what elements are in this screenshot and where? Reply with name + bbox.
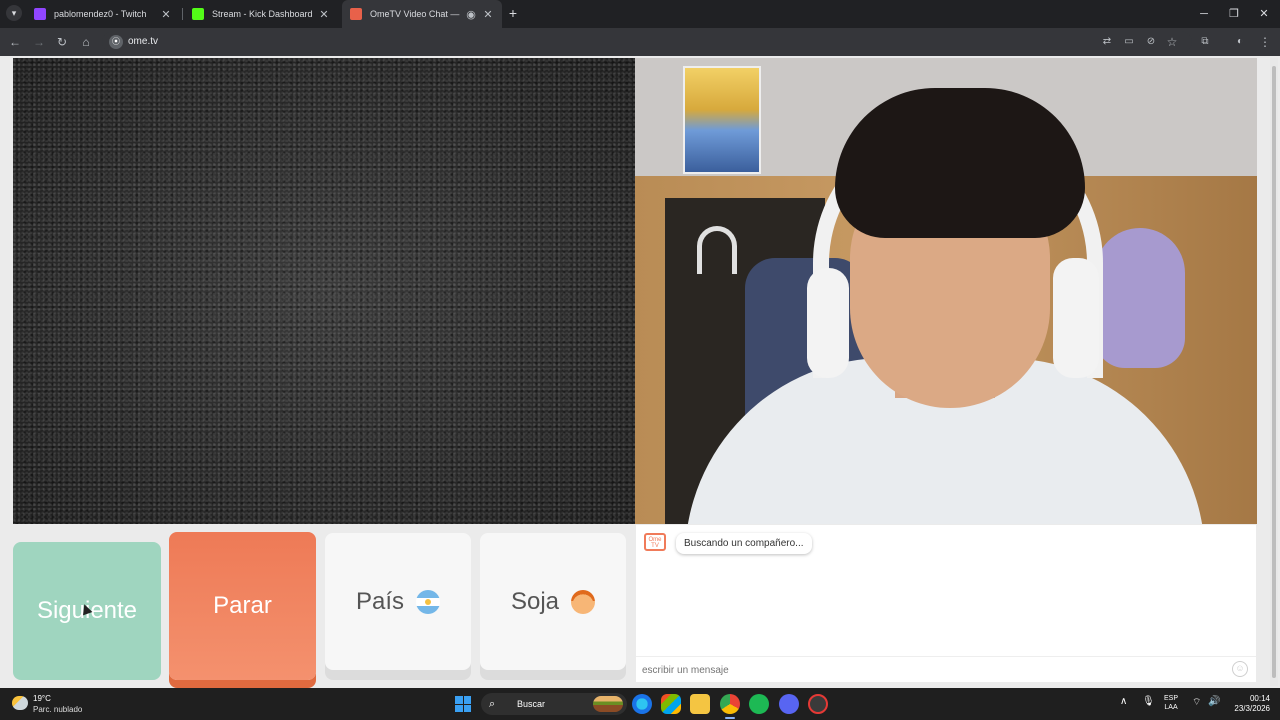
- microphone-icon[interactable]: 🎙: [1142, 696, 1155, 707]
- video-headphone-left: [807, 268, 849, 378]
- url-text[interactable]: ome.tv: [128, 36, 158, 47]
- stranger-video: [13, 58, 635, 524]
- forward-icon[interactable]: →: [30, 33, 48, 51]
- profile-icon[interactable]: ◐: [1231, 33, 1249, 51]
- stop-button[interactable]: Parar: [169, 532, 316, 680]
- language-indicator[interactable]: ESP LAA: [1164, 694, 1178, 712]
- tab-close-icon[interactable]: ✕: [160, 8, 172, 21]
- self-video: [635, 58, 1257, 524]
- gender-button-label: Soja: [510, 587, 560, 615]
- chat-panel: Ome TV Buscando un compañero... ☺: [636, 525, 1256, 682]
- tab-kick[interactable]: Stream - Kick Dashboard ✕: [184, 0, 338, 28]
- video-poster: [683, 66, 761, 174]
- new-tab-icon[interactable]: +: [505, 4, 521, 22]
- home-icon[interactable]: ⌂: [77, 33, 95, 51]
- cast-icon[interactable]: ▭: [1120, 33, 1138, 51]
- spotify-icon[interactable]: [749, 694, 769, 714]
- kick-favicon-icon: [192, 8, 204, 20]
- close-window-icon[interactable]: ✕: [1248, 0, 1280, 28]
- back-icon[interactable]: ←: [6, 33, 24, 51]
- show-hidden-icons-icon[interactable]: ∧: [1120, 696, 1127, 707]
- menu-icon[interactable]: ⋮: [1256, 33, 1274, 51]
- chrome-active-indicator: [725, 717, 735, 719]
- windows-start-icon[interactable]: [455, 696, 471, 712]
- file-explorer-icon[interactable]: [690, 694, 710, 714]
- weather-temperature[interactable]: 19°C: [33, 694, 51, 703]
- keyboard-layout: LAA: [1164, 704, 1178, 711]
- language-code: ESP: [1164, 695, 1179, 702]
- tab-title: OmeTV Video Chat — Alter: [370, 9, 460, 19]
- address-bar[interactable]: ⦿ ome.tv: [102, 31, 1192, 53]
- country-button-label: País: [355, 587, 405, 615]
- country-button[interactable]: País: [325, 533, 471, 670]
- chat-message-input[interactable]: [642, 662, 1212, 678]
- weather-description[interactable]: Parc. nublado: [33, 705, 82, 714]
- tab-close-icon[interactable]: ✕: [482, 8, 494, 21]
- restore-icon[interactable]: ❐: [1218, 0, 1250, 28]
- tab-title: Stream - Kick Dashboard: [212, 9, 312, 19]
- bookmark-star-icon[interactable]: ☆: [1163, 33, 1181, 51]
- video-headset-on-shelf: [697, 226, 737, 274]
- boy-face-icon: [571, 589, 596, 614]
- stop-button-label: Parar: [213, 592, 272, 619]
- reload-icon[interactable]: ↻: [53, 33, 71, 51]
- status-message: Buscando un compañero...: [676, 533, 812, 554]
- eye-off-icon[interactable]: ⊘: [1142, 33, 1160, 51]
- translate-icon[interactable]: ⇄: [1098, 33, 1116, 51]
- wifi-icon[interactable]: ⌔: [1192, 696, 1201, 709]
- clock-time: 00:14: [1249, 694, 1270, 703]
- scrollbar-thumb[interactable]: [1272, 66, 1276, 678]
- browser-toolbar: ← → ↻ ⌂ ⦿ ome.tv ⇄ ▭ ⊘ ☆ ⧉ ◐ ⋮: [0, 28, 1280, 56]
- clock-date: 23/3/2026: [1234, 704, 1270, 713]
- chat-input-bar: ☺: [636, 656, 1256, 682]
- tab-close-icon[interactable]: ✕: [318, 8, 330, 21]
- taskbar-search-label: Buscar: [517, 699, 546, 709]
- copilot-icon[interactable]: [661, 694, 681, 714]
- recording-icon: ◉: [466, 8, 476, 21]
- tab-strip: ▾ pablomendez0 - Twitch ✕ Stream - Kick …: [0, 0, 1280, 28]
- tab-ometv[interactable]: OmeTV Video Chat — Alter ◉ ✕: [342, 0, 502, 28]
- chrome-icon[interactable]: [720, 694, 740, 714]
- video-plush-toy: [1095, 228, 1185, 368]
- discord-icon[interactable]: [779, 694, 799, 714]
- windows-taskbar: 19°C Parc. nublado ⌕ Buscar ∧ 🎙 ESP LAA …: [0, 688, 1280, 720]
- emoji-picker-icon[interactable]: ☺: [1232, 661, 1248, 677]
- argentina-flag-icon: [416, 589, 441, 614]
- weather-icon[interactable]: [12, 696, 28, 710]
- taskbar-search[interactable]: ⌕ Buscar: [481, 693, 627, 715]
- tab-title: pablomendez0 - Twitch: [54, 9, 147, 19]
- gender-button[interactable]: Soja: [480, 533, 626, 670]
- tab-twitch[interactable]: pablomendez0 - Twitch ✕: [26, 0, 180, 28]
- volume-icon[interactable]: 🔊: [1208, 696, 1220, 707]
- search-icon: ⌕: [489, 698, 496, 710]
- video-headphone-right: [1053, 258, 1099, 378]
- extensions-icon[interactable]: ⧉: [1196, 33, 1214, 51]
- app-icon[interactable]: [808, 694, 828, 714]
- ometv-logo-icon: Ome TV: [644, 533, 666, 551]
- search-highlight-image: [593, 696, 623, 712]
- minimize-icon[interactable]: ─: [1188, 0, 1220, 28]
- tab-search-icon[interactable]: ▾: [6, 5, 22, 21]
- edge-icon[interactable]: [632, 694, 652, 714]
- system-clock[interactable]: 00:14 23/3/2026: [1226, 694, 1270, 714]
- tab-separator: [182, 8, 183, 20]
- ometv-favicon-icon: [350, 8, 362, 20]
- video-person-hair: [835, 88, 1085, 238]
- twitch-favicon-icon: [34, 8, 46, 20]
- site-info-icon[interactable]: ⦿: [109, 35, 123, 49]
- page-content: Siguiente Parar País Soja Ome TV Buscand…: [0, 56, 1280, 688]
